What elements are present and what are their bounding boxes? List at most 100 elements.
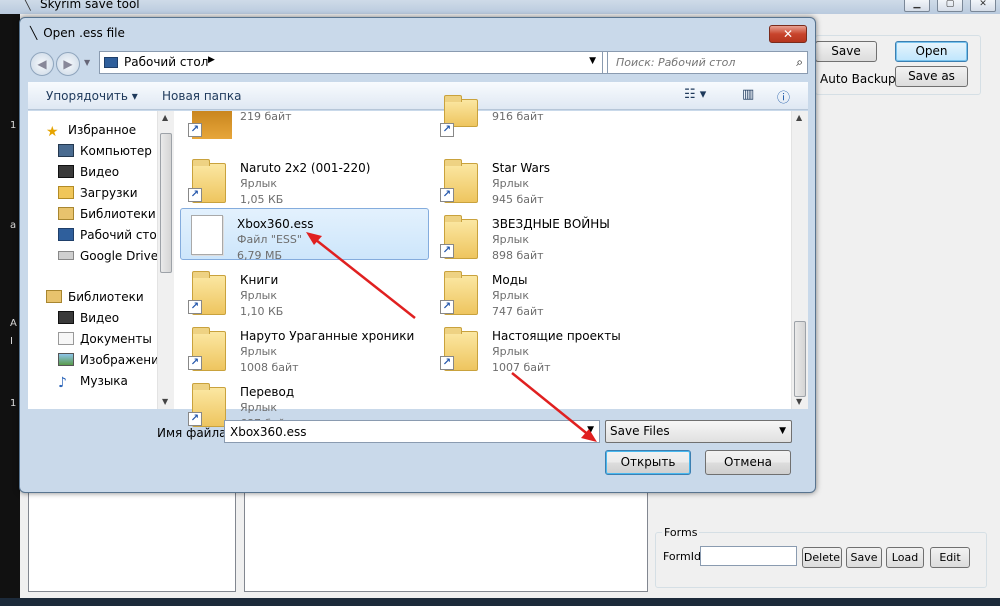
file-item[interactable]: ↗ 916 байт — [436, 95, 682, 151]
shortcut-arrow-icon: ↗ — [188, 123, 202, 137]
star-icon: ★ — [46, 124, 59, 140]
save-form-button[interactable]: Save — [846, 547, 882, 568]
maximize-button[interactable]: ▢ — [937, 0, 963, 12]
nav-item-label: Компьютер — [80, 144, 152, 158]
file-name: Книги — [240, 273, 279, 287]
search-box[interactable]: ⌕ — [607, 51, 808, 74]
scroll-down-icon[interactable]: ▼ — [796, 397, 802, 406]
close-main-button[interactable]: ✕ — [970, 0, 996, 12]
file-size: 1,10 КБ — [240, 305, 284, 318]
left-list-panel[interactable] — [28, 492, 236, 592]
nav-lib-music[interactable]: ♪ Музыка — [58, 374, 128, 394]
address-bar[interactable]: Рабочий стол ▶ ▼ — [99, 51, 603, 74]
preview-pane-icon[interactable]: ▥ — [742, 87, 754, 102]
file-item[interactable]: ↗ ЗВЕЗДНЫЕ ВОЙНЫ Ярлык 898 байт — [436, 209, 682, 262]
filetype-dropdown-icon[interactable]: ▼ — [779, 426, 786, 436]
files-scroll-thumb[interactable] — [794, 321, 806, 397]
forward-button[interactable]: ▶ — [56, 52, 80, 76]
file-size: 219 байт — [240, 110, 292, 123]
file-name: Настоящие проекты — [492, 329, 621, 343]
nav-scrollbar[interactable]: ▲ ▼ — [157, 111, 174, 409]
shortcut-arrow-icon: ↗ — [440, 123, 454, 137]
back-button[interactable]: ◀ — [30, 52, 54, 76]
help-icon[interactable]: ⓘ — [777, 87, 790, 106]
nav-item-google-drive[interactable]: Google Drive — [58, 249, 158, 269]
dialog-icon: ╲ — [30, 26, 38, 40]
filetype-select[interactable]: Save Files ▼ — [605, 420, 792, 443]
load-form-button[interactable]: Load — [886, 547, 924, 568]
file-type: Ярлык — [240, 345, 277, 358]
file-item[interactable]: ↗ 219 байт — [184, 99, 430, 151]
file-name: Star Wars — [492, 161, 551, 175]
center-list-panel[interactable] — [244, 492, 648, 592]
files-scrollbar[interactable]: ▲ ▼ — [791, 111, 808, 409]
file-item[interactable]: ↗ Star Wars Ярлык 945 байт — [436, 153, 682, 206]
nav-favorites[interactable]: ★ Избранное — [46, 123, 136, 143]
nav-scroll-thumb[interactable] — [160, 133, 172, 273]
history-dropdown-icon[interactable]: ▼ — [84, 58, 90, 67]
nav-item-computer[interactable]: Компьютер — [58, 144, 152, 164]
file-type: Ярлык — [240, 401, 277, 414]
document-icon — [191, 215, 223, 255]
nav-item-desktop[interactable]: Рабочий сто — [58, 228, 157, 248]
filename-dropdown-icon[interactable]: ▼ — [587, 425, 594, 435]
formid-input[interactable] — [700, 546, 797, 566]
search-icon[interactable]: ⌕ — [796, 55, 803, 70]
file-item[interactable]: ↗ Naruto 2x2 (001-220) Ярлык 1,05 КБ — [184, 153, 430, 206]
scroll-up-icon[interactable]: ▲ — [796, 113, 802, 122]
drive-icon — [58, 251, 74, 260]
delete-form-button[interactable]: Delete — [802, 547, 842, 568]
shortcut-arrow-icon: ↗ — [440, 244, 454, 258]
images-icon — [58, 353, 74, 366]
organize-menu[interactable]: Упорядочить ▾ — [46, 89, 138, 103]
cancel-button[interactable]: Отмена — [705, 450, 791, 475]
address-text[interactable]: Рабочий стол — [124, 55, 208, 69]
nav-item-label: Документы — [80, 332, 152, 346]
filename-input[interactable] — [225, 421, 581, 442]
nav-item-label: Библиотеки — [80, 207, 156, 221]
navigation-pane[interactable]: ★ Избранное Компьютер Видео Загрузки Библ… — [28, 111, 174, 409]
shortcut-arrow-icon: ↗ — [188, 300, 202, 314]
breadcrumb-arrow-icon[interactable]: ▶ — [208, 55, 215, 65]
file-type: Ярлык — [492, 345, 529, 358]
view-options-icon[interactable]: ☷ ▾ — [684, 87, 706, 102]
minimize-button[interactable]: ▁ — [904, 0, 930, 12]
nav-favorites-label: Избранное — [68, 123, 137, 137]
file-item[interactable]: ↗ Наруто Ураганные хроники Ярлык 1008 ба… — [184, 321, 430, 374]
libraries-icon — [46, 290, 62, 303]
file-item[interactable]: ↗ Моды Ярлык 747 байт — [436, 265, 682, 318]
auto-backup-label[interactable]: Auto Backup — [820, 72, 896, 86]
nav-item-downloads[interactable]: Загрузки — [58, 186, 138, 206]
file-size: 1007 байт — [492, 361, 551, 374]
nav-lib-images[interactable]: Изображени — [58, 353, 159, 373]
save-as-button[interactable]: Save as — [895, 66, 968, 87]
filename-label: Имя файла: — [157, 426, 231, 440]
main-title-bar: ╲ Skyrim save tool ▁ ▢ ✕ — [0, 0, 1000, 14]
scroll-down-icon[interactable]: ▼ — [162, 397, 168, 406]
nav-libraries[interactable]: Библиотеки — [46, 290, 144, 310]
app-icon: ╲ — [24, 0, 31, 11]
nav-item-video[interactable]: Видео — [58, 165, 119, 185]
video-icon — [58, 165, 74, 178]
nav-lib-video[interactable]: Видео — [58, 311, 119, 331]
edit-form-button[interactable]: Edit — [930, 547, 970, 568]
file-item-selected[interactable]: Xbox360.ess Файл "ESS" 6,79 МБ — [180, 208, 429, 262]
file-item[interactable]: ↗ Книги Ярлык 1,10 КБ — [184, 265, 430, 318]
nav-lib-documents[interactable]: Документы — [58, 332, 152, 352]
save-button[interactable]: Save — [815, 41, 877, 62]
scroll-up-icon[interactable]: ▲ — [162, 113, 168, 122]
dialog-close-button[interactable]: ✕ — [769, 25, 807, 43]
nav-item-libraries[interactable]: Библиотеки — [58, 207, 156, 227]
search-input[interactable] — [608, 52, 784, 73]
open-button[interactable]: Open — [895, 41, 968, 62]
file-item[interactable]: ↗ Настоящие проекты Ярлык 1007 байт — [436, 321, 682, 374]
shortcut-arrow-icon: ↗ — [188, 356, 202, 370]
address-dropdown-icon[interactable]: ▼ — [589, 56, 596, 66]
dialog-title-bar: ╲ Open .ess file — [30, 26, 125, 40]
forms-group-label: Forms — [662, 526, 700, 539]
open-file-button[interactable]: Открыть — [605, 450, 691, 475]
filename-combobox[interactable]: ▼ — [224, 420, 600, 443]
shortcut-arrow-icon: ↗ — [440, 188, 454, 202]
libraries-icon — [58, 207, 74, 220]
desktop-icon — [104, 57, 118, 68]
